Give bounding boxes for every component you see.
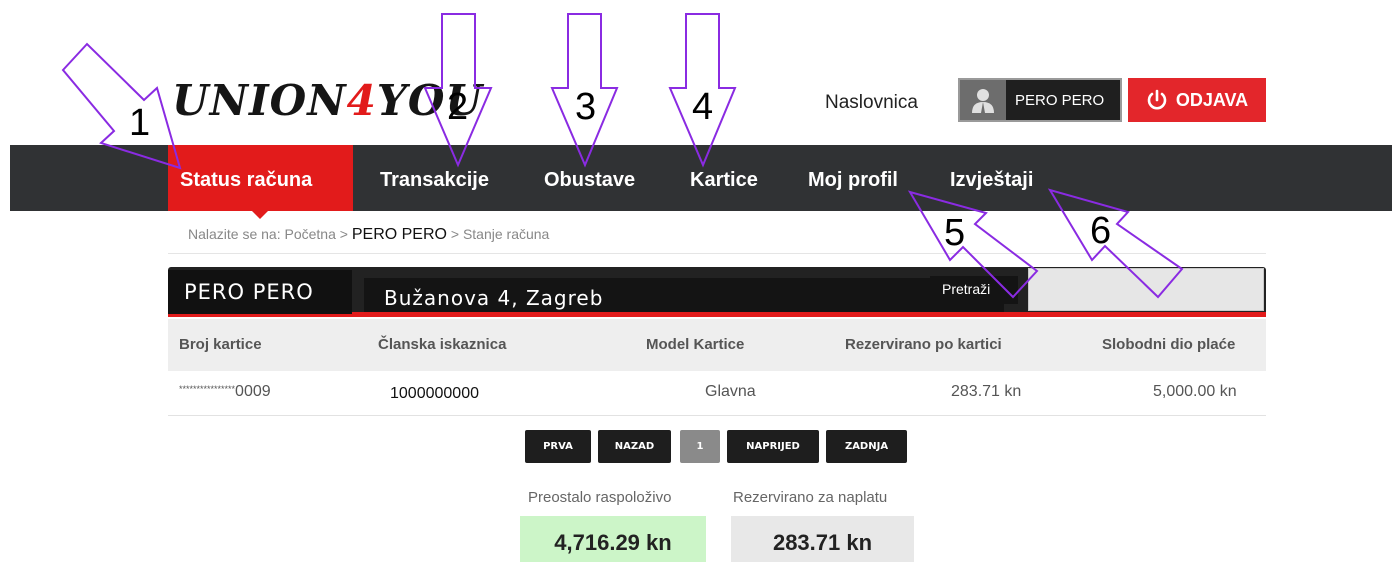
union4you-logo[interactable]: UNION4YOU <box>172 80 483 122</box>
reserved-amount: 283.71 kn <box>731 516 914 562</box>
power-icon <box>1147 89 1167 110</box>
pager-current-page[interactable]: 1 <box>680 430 720 463</box>
col-broj-kartice: Broj kartice <box>179 336 262 353</box>
home-link[interactable]: Naslovnica <box>825 92 918 114</box>
annotation-number-1: 1 <box>129 102 151 144</box>
pager-last-button[interactable]: ZADNJA <box>826 430 907 463</box>
account-name: PERO PERO <box>168 270 352 314</box>
nav-transakcije[interactable]: Transakcije <box>380 145 489 211</box>
available-amount: 4,716.29 kn <box>520 516 706 562</box>
nav-active-caret <box>251 210 269 219</box>
user-name: PERO PERO <box>1015 91 1105 109</box>
col-model-kartice: Model Kartice <box>646 336 745 353</box>
table-row-free: 5,000.00 kn <box>1153 383 1237 400</box>
breadcrumb-current: Stanje računa <box>462 226 550 242</box>
search-input[interactable] <box>1028 268 1264 311</box>
pager-prev-button[interactable]: NAZAD <box>598 430 671 463</box>
account-address: Bužanova 4, Zagreb <box>364 278 1004 312</box>
nav-status-racuna[interactable]: Status računa <box>180 145 312 211</box>
table-row-model: Glavna <box>705 383 756 400</box>
breadcrumb-user[interactable]: PERO PERO <box>352 226 447 243</box>
col-rezervirano: Rezervirano po kartici <box>845 336 1002 353</box>
nav-moj-profil[interactable]: Moj profil <box>808 145 898 211</box>
annotation-number-6: 6 <box>1090 210 1112 252</box>
col-clanska-iskaznica: Članska iskaznica <box>378 336 507 353</box>
nav-obustave[interactable]: Obustave <box>544 145 635 211</box>
search-button[interactable]: Pretraži <box>930 276 1018 304</box>
reserved-label: Rezervirano za naplatu <box>733 489 888 506</box>
breadcrumb-separator: > <box>450 226 460 242</box>
annotation-number-5: 5 <box>944 212 966 254</box>
table-row-card-number: ****************0009 <box>179 383 271 400</box>
col-slobodni-dio: Slobodni dio plaće <box>1102 336 1236 353</box>
nav-kartice[interactable]: Kartice <box>690 145 758 211</box>
annotation-number-2: 2 <box>447 86 469 128</box>
user-icon <box>960 80 1006 120</box>
table-row-reserved: 283.71 kn <box>951 383 1022 400</box>
annotation-number-4: 4 <box>692 86 714 128</box>
divider <box>168 253 1266 254</box>
logout-button[interactable]: ODJAVA <box>1128 78 1266 122</box>
breadcrumb-separator: > <box>339 226 348 242</box>
table-row-member-id: 1000000000 <box>390 385 479 402</box>
row-divider <box>168 415 1266 416</box>
breadcrumb: Nalazite se na: Početna > PERO PERO > St… <box>188 226 549 244</box>
annotation-number-3: 3 <box>575 86 597 128</box>
nav-izvjestaji[interactable]: Izvještaji <box>950 145 1033 211</box>
user-button[interactable]: PERO PERO <box>958 78 1122 122</box>
pager-next-button[interactable]: NAPRIJED <box>727 430 819 463</box>
pager-first-button[interactable]: PRVA <box>525 430 591 463</box>
available-label: Preostalo raspoloživo <box>528 489 672 506</box>
logout-label: ODJAVA <box>1175 89 1249 110</box>
breadcrumb-home[interactable]: Početna <box>285 226 336 242</box>
breadcrumb-prefix: Nalazite se na: <box>188 226 281 242</box>
